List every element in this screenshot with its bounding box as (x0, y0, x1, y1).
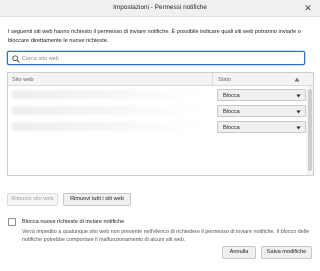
triangle-up-icon (294, 77, 300, 82)
column-separator (212, 73, 213, 85)
remove-site-button[interactable]: Rimuovi sito web (7, 193, 58, 206)
site-name-blurred (12, 90, 202, 99)
site-name-blurred (12, 106, 202, 115)
table-header: Sito web Stato (8, 73, 313, 86)
column-header-site[interactable]: Sito web (12, 77, 33, 83)
chevron-down-icon (296, 126, 301, 129)
table-row[interactable]: Blocca (8, 103, 306, 119)
intro-text: I seguenti siti web hanno richiesto il p… (8, 29, 301, 44)
block-new-requests-note: Verrà impedito a qualunque sito web non … (22, 229, 310, 243)
block-new-requests-label[interactable]: Blocca nuove richieste di inviare notifi… (22, 219, 124, 225)
status-select-value: Blocca (223, 92, 240, 99)
chevron-down-icon (296, 94, 301, 97)
status-select-value: Blocca (223, 108, 240, 115)
title-bar: Impostazioni - Permessi notifiche ✕ (0, 0, 320, 17)
site-name-blurred (12, 122, 202, 131)
search-icon (12, 54, 20, 63)
table-row[interactable]: Blocca (8, 87, 306, 103)
status-select[interactable]: Blocca (217, 89, 306, 101)
cancel-button[interactable]: Annulla (222, 246, 256, 259)
remove-all-sites-button[interactable]: Rimuovi tutti i siti web (63, 193, 131, 206)
search-box[interactable] (7, 51, 305, 65)
search-input[interactable] (22, 53, 302, 64)
chevron-down-icon (296, 110, 301, 113)
permissions-table: Sito web Stato Blocca Blocca Blocca (7, 72, 314, 176)
table-scrollbar[interactable] (306, 86, 313, 175)
scrollbar-thumb[interactable] (307, 89, 312, 171)
status-select-value: Blocca (223, 124, 240, 131)
status-select[interactable]: Blocca (217, 105, 306, 117)
column-header-status[interactable]: Stato (218, 77, 231, 83)
save-changes-button[interactable]: Salva modifiche (261, 246, 312, 259)
table-row[interactable]: Blocca (8, 119, 306, 135)
window-title: Impostazioni - Permessi notifiche (113, 4, 207, 11)
status-select[interactable]: Blocca (217, 121, 306, 133)
block-new-requests-checkbox[interactable] (8, 218, 16, 226)
close-icon[interactable]: ✕ (302, 2, 314, 14)
